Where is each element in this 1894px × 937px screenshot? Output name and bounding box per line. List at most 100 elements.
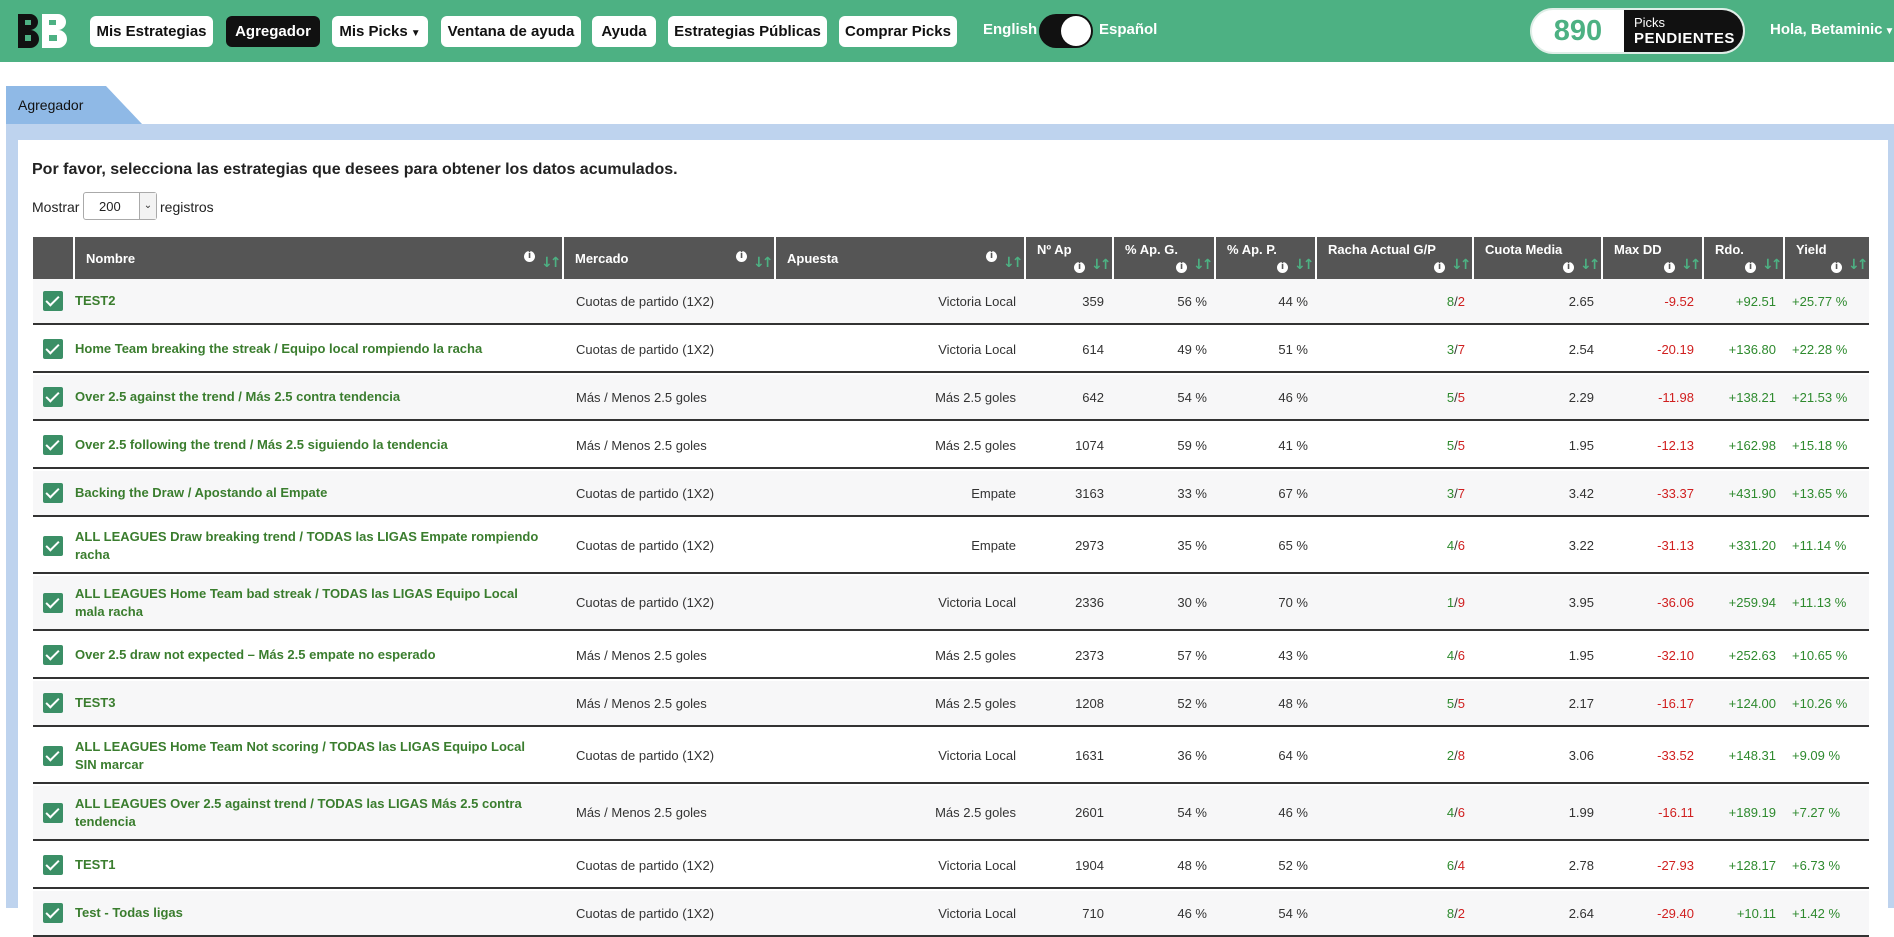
info-icon[interactable]: i bbox=[986, 251, 997, 262]
col-label: Racha Actual G/P bbox=[1328, 242, 1436, 257]
row-checkbox[interactable] bbox=[43, 535, 63, 556]
racha-ganadas: 1 bbox=[1446, 595, 1455, 610]
cell-select bbox=[33, 729, 73, 782]
sort-icon[interactable]: ↓↑ bbox=[1451, 257, 1472, 273]
cell-nombre[interactable]: ALL LEAGUES Over 2.5 against trend / TOD… bbox=[75, 786, 545, 839]
table-row[interactable]: Backing the Draw / Apostando al Empate Cu… bbox=[33, 471, 1869, 517]
cell-nombre[interactable]: TEST2 bbox=[75, 279, 545, 323]
col-mercado[interactable]: Mercado i ↓↑ bbox=[564, 237, 774, 279]
cell-apuesta: Más 2.5 goles bbox=[935, 695, 1016, 711]
language-toggle[interactable] bbox=[1039, 14, 1093, 48]
info-icon[interactable]: i bbox=[1277, 262, 1288, 273]
info-icon[interactable]: i bbox=[1434, 262, 1445, 273]
col-pct-ganadas[interactable]: % Ap. G. i ↓↑ bbox=[1114, 237, 1214, 279]
cell-nombre[interactable]: Backing the Draw / Apostando al Empate bbox=[75, 471, 545, 515]
tab-agregador[interactable]: Agregador bbox=[6, 86, 142, 124]
cell-nombre[interactable]: ALL LEAGUES Home Team Not scoring / TODA… bbox=[75, 729, 545, 782]
table-row[interactable]: Over 2.5 draw not expected – Más 2.5 emp… bbox=[33, 633, 1869, 679]
cell-cuota: 2.65 bbox=[1568, 293, 1594, 309]
table-row[interactable]: Test - Todas ligas Cuotas de partido (1X2… bbox=[33, 891, 1869, 937]
sort-icon[interactable]: ↓↑ bbox=[1848, 257, 1869, 273]
table-row[interactable]: TEST1 Cuotas de partido (1X2) Victoria Loc… bbox=[33, 843, 1869, 889]
sort-icon[interactable]: ↓↑ bbox=[1091, 257, 1112, 273]
col-apuesta[interactable]: Apuesta i ↓↑ bbox=[776, 237, 1024, 279]
col-label: Max DD bbox=[1614, 242, 1662, 257]
user-menu[interactable]: Hola, Betaminic ▼ bbox=[1770, 21, 1894, 38]
row-checkbox[interactable] bbox=[43, 645, 63, 665]
sort-icon[interactable]: ↓↑ bbox=[1681, 257, 1702, 273]
row-checkbox[interactable] bbox=[43, 592, 63, 613]
col-cuota-media[interactable]: Cuota Media i ↓↑ bbox=[1474, 237, 1601, 279]
cell-nombre[interactable]: Over 2.5 draw not expected – Más 2.5 emp… bbox=[75, 633, 545, 677]
col-yield[interactable]: Yield i ↓↑ bbox=[1785, 237, 1869, 279]
table-row[interactable]: Home Team breaking the streak / Equipo l… bbox=[33, 327, 1869, 373]
table-row[interactable]: Over 2.5 against the trend / Más 2.5 con… bbox=[33, 375, 1869, 421]
col-max-dd[interactable]: Max DD i ↓↑ bbox=[1603, 237, 1702, 279]
lang-english-label[interactable]: English bbox=[983, 21, 1037, 38]
table-row[interactable]: ALL LEAGUES Over 2.5 against trend / TOD… bbox=[33, 786, 1869, 841]
nav-mis-picks-dropdown[interactable]: Mis Picks ▼ bbox=[332, 16, 428, 47]
row-checkbox[interactable] bbox=[43, 855, 63, 875]
nav-comprar-picks[interactable]: Comprar Picks bbox=[839, 16, 957, 47]
cell-nombre[interactable]: ALL LEAGUES Home Team bad streak / TODAS… bbox=[75, 576, 545, 629]
cell-pp: 44 % bbox=[1278, 293, 1308, 309]
bb-logo-icon[interactable] bbox=[14, 12, 76, 48]
nav-mis-estrategias[interactable]: Mis Estrategias bbox=[90, 16, 213, 47]
cell-nombre[interactable]: Home Team breaking the streak / Equipo l… bbox=[75, 327, 545, 371]
nav-ventana-de-ayuda[interactable]: Ventana de ayuda bbox=[441, 16, 581, 47]
page-length-select[interactable]: 200 ⌄ bbox=[83, 192, 157, 220]
table-row[interactable]: ALL LEAGUES Draw breaking trend / TODAS … bbox=[33, 519, 1869, 574]
info-icon[interactable]: i bbox=[1563, 262, 1574, 273]
pending-picks-badge[interactable]: 890 Picks PENDIENTES bbox=[1530, 8, 1745, 54]
cell-nap: 1074 bbox=[1075, 437, 1104, 453]
row-checkbox[interactable] bbox=[43, 693, 63, 713]
row-checkbox[interactable] bbox=[43, 745, 63, 766]
sort-icon[interactable]: ↓↑ bbox=[753, 255, 774, 271]
nav-ayuda[interactable]: Ayuda bbox=[592, 16, 656, 47]
sort-icon[interactable]: ↓↑ bbox=[541, 255, 562, 271]
cell-nombre[interactable]: TEST1 bbox=[75, 843, 545, 887]
row-checkbox[interactable] bbox=[43, 339, 63, 359]
row-checkbox[interactable] bbox=[43, 483, 63, 503]
info-icon[interactable]: i bbox=[1745, 262, 1756, 273]
row-checkbox[interactable] bbox=[43, 435, 63, 455]
cell-nombre[interactable]: ALL LEAGUES Draw breaking trend / TODAS … bbox=[75, 519, 545, 572]
lang-espanol-label[interactable]: Español bbox=[1099, 21, 1157, 38]
col-nombre[interactable]: Nombre i ↓↑ bbox=[75, 237, 562, 279]
col-nap[interactable]: Nº Ap i ↓↑ bbox=[1026, 237, 1112, 279]
cell-nombre[interactable]: Test - Todas ligas bbox=[75, 891, 545, 935]
row-checkbox[interactable] bbox=[43, 387, 63, 407]
cell-maxdd: -33.37 bbox=[1657, 485, 1694, 501]
col-label: % Ap. P. bbox=[1227, 242, 1277, 257]
cell-nombre[interactable]: Over 2.5 against the trend / Más 2.5 con… bbox=[75, 375, 545, 419]
info-icon[interactable]: i bbox=[736, 251, 747, 262]
info-icon[interactable]: i bbox=[524, 251, 535, 262]
info-icon[interactable]: i bbox=[1074, 262, 1085, 273]
table-row[interactable]: ALL LEAGUES Home Team bad streak / TODAS… bbox=[33, 576, 1869, 631]
row-checkbox[interactable] bbox=[43, 903, 63, 923]
row-checkbox[interactable] bbox=[43, 291, 63, 311]
nav-estrategias-publicas[interactable]: Estrategias Públicas bbox=[668, 16, 827, 47]
col-pct-perdidas[interactable]: % Ap. P. i ↓↑ bbox=[1216, 237, 1315, 279]
row-checkbox[interactable] bbox=[43, 802, 63, 823]
table-row[interactable]: TEST2 Cuotas de partido (1X2) Victoria Loc… bbox=[33, 279, 1869, 325]
racha-perdidas: 7 bbox=[1457, 485, 1465, 501]
sort-icon[interactable]: ↓↑ bbox=[1003, 255, 1024, 271]
sort-icon[interactable]: ↓↑ bbox=[1580, 257, 1601, 273]
info-icon[interactable]: i bbox=[1831, 262, 1842, 273]
table-row[interactable]: ALL LEAGUES Home Team Not scoring / TODA… bbox=[33, 729, 1869, 784]
sort-icon[interactable]: ↓↑ bbox=[1193, 257, 1214, 273]
nav-agregador[interactable]: Agregador bbox=[226, 16, 320, 47]
sort-icon[interactable]: ↓↑ bbox=[1762, 257, 1783, 273]
table-row[interactable]: TEST3 Más / Menos 2.5 goles Más 2.5 goles 1… bbox=[33, 681, 1869, 727]
sort-icon[interactable]: ↓↑ bbox=[1294, 257, 1315, 273]
col-rdo[interactable]: Rdo. i ↓↑ bbox=[1704, 237, 1783, 279]
cell-nombre[interactable]: TEST3 bbox=[75, 681, 545, 725]
col-label: % Ap. G. bbox=[1125, 242, 1178, 257]
table-row[interactable]: Over 2.5 following the trend / Más 2.5 s… bbox=[33, 423, 1869, 469]
cell-nombre[interactable]: Over 2.5 following the trend / Más 2.5 s… bbox=[75, 423, 545, 467]
col-label: Yield bbox=[1796, 242, 1827, 257]
col-racha[interactable]: Racha Actual G/P i ↓↑ bbox=[1317, 237, 1472, 279]
info-icon[interactable]: i bbox=[1664, 262, 1675, 273]
info-icon[interactable]: i bbox=[1176, 262, 1187, 273]
